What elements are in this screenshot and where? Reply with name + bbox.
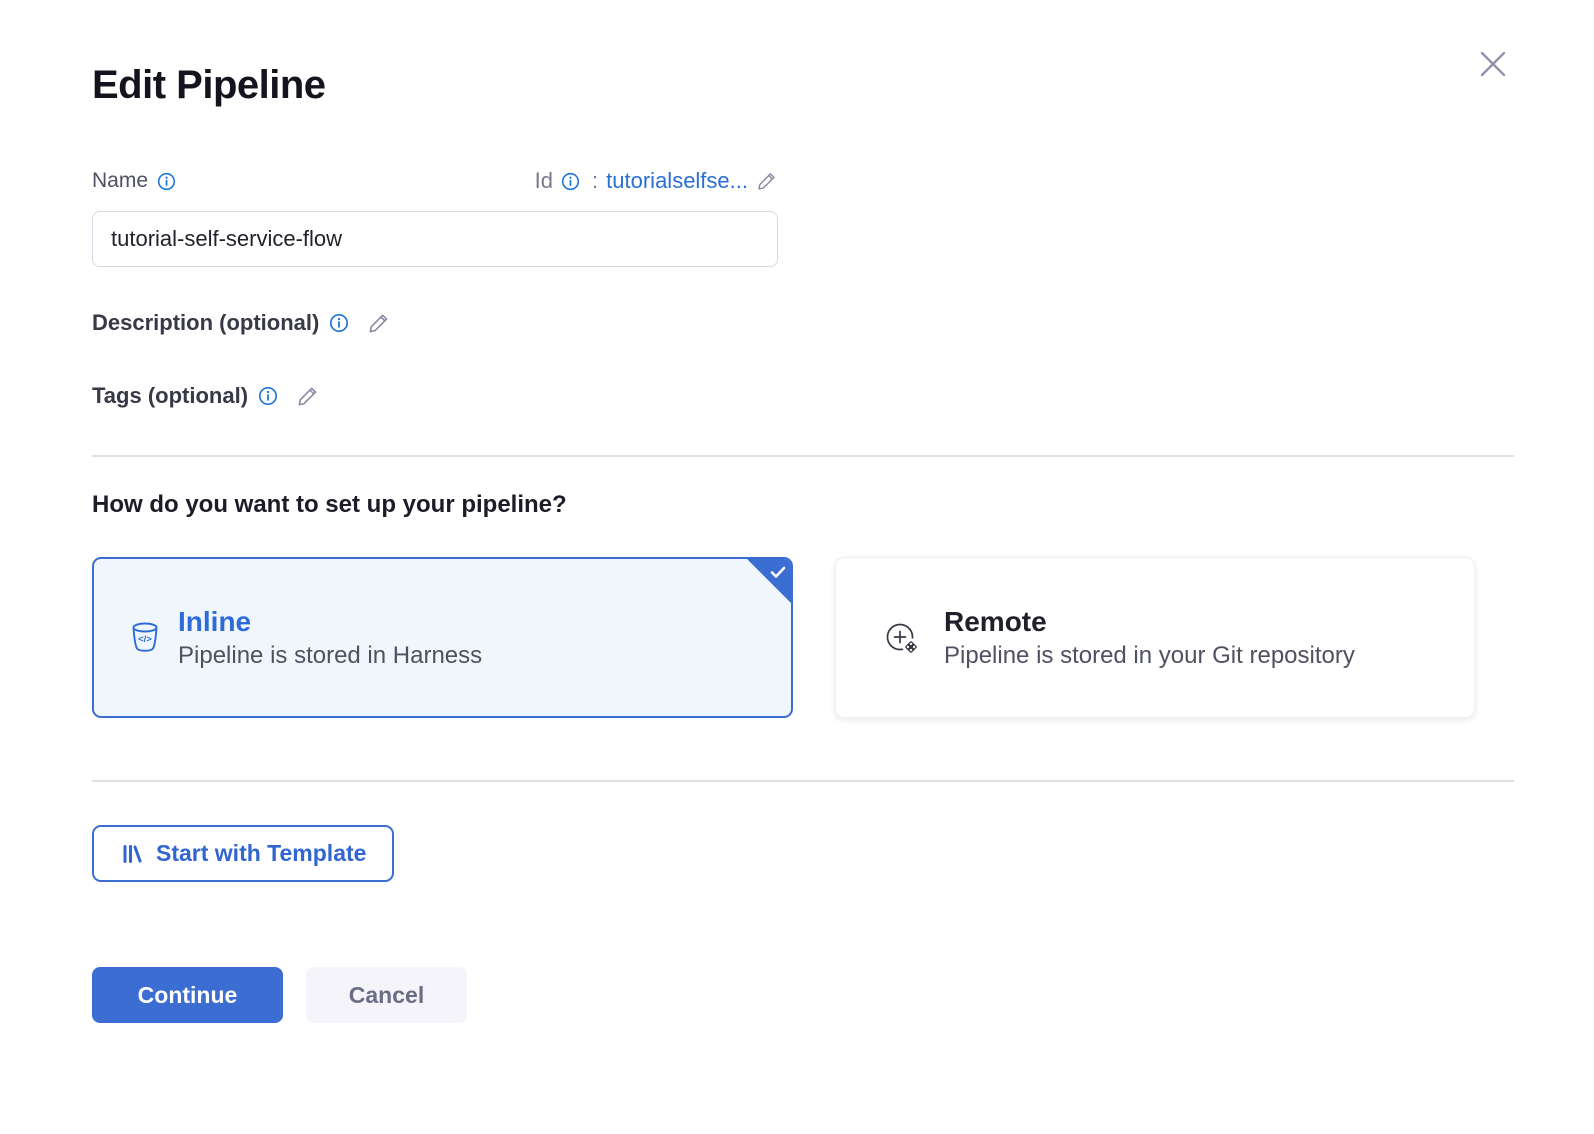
name-input[interactable] [92,211,778,267]
option-description: Pipeline is stored in Harness [178,642,482,670]
template-library-icon [120,842,144,866]
divider [92,455,1514,457]
id-separator: : [592,168,598,194]
edit-id-pencil-icon[interactable] [756,170,778,192]
pipeline-storage-options: </> Inline Pipeline is stored in Harness [92,557,1514,718]
cancel-button[interactable]: Cancel [306,967,467,1023]
id-group: Id : tutorialselfse... [535,168,778,194]
page-title: Edit Pipeline [92,63,1514,108]
option-card-text: Remote Pipeline is stored in your Git re… [944,606,1355,670]
option-card-inline[interactable]: </> Inline Pipeline is stored in Harness [92,557,793,718]
name-id-row: Name Id : tutorialselfse... [92,168,778,194]
close-button[interactable] [1474,46,1512,84]
footer-actions: Continue Cancel [92,967,1514,1023]
id-label: Id [535,168,553,194]
option-description: Pipeline is stored in your Git repositor… [944,642,1355,670]
option-title: Inline [178,606,482,638]
option-title: Remote [944,606,1355,638]
description-row: Description (optional) [92,310,1514,336]
info-icon[interactable] [329,313,349,333]
tags-row: Tags (optional) [92,383,1514,409]
info-icon[interactable] [561,172,580,191]
name-label: Name [92,169,148,193]
option-card-remote[interactable]: Remote Pipeline is stored in your Git re… [835,557,1475,718]
setup-question: How do you want to set up your pipeline? [92,491,1514,519]
remote-git-icon [880,615,926,661]
info-icon[interactable] [258,386,278,406]
continue-button[interactable]: Continue [92,967,283,1023]
check-icon [770,566,786,579]
info-icon[interactable] [157,172,176,191]
svg-text:</>: </> [138,634,152,645]
inline-harness-bucket-icon: </> [130,621,160,655]
close-icon [1475,46,1511,82]
id-value-link[interactable]: tutorialselfse... [606,168,748,194]
description-label: Description (optional) [92,310,319,336]
edit-tags-pencil-icon[interactable] [296,384,320,408]
edit-pipeline-modal: Edit Pipeline Name Id : tutorialselfse..… [0,0,1594,1134]
edit-description-pencil-icon[interactable] [367,311,391,335]
name-label-group: Name [92,169,176,193]
divider [92,780,1514,782]
selected-corner-badge [746,558,792,604]
start-with-template-label: Start with Template [156,840,366,867]
option-card-text: Inline Pipeline is stored in Harness [178,606,482,670]
tags-label: Tags (optional) [92,383,248,409]
start-with-template-button[interactable]: Start with Template [92,825,394,882]
